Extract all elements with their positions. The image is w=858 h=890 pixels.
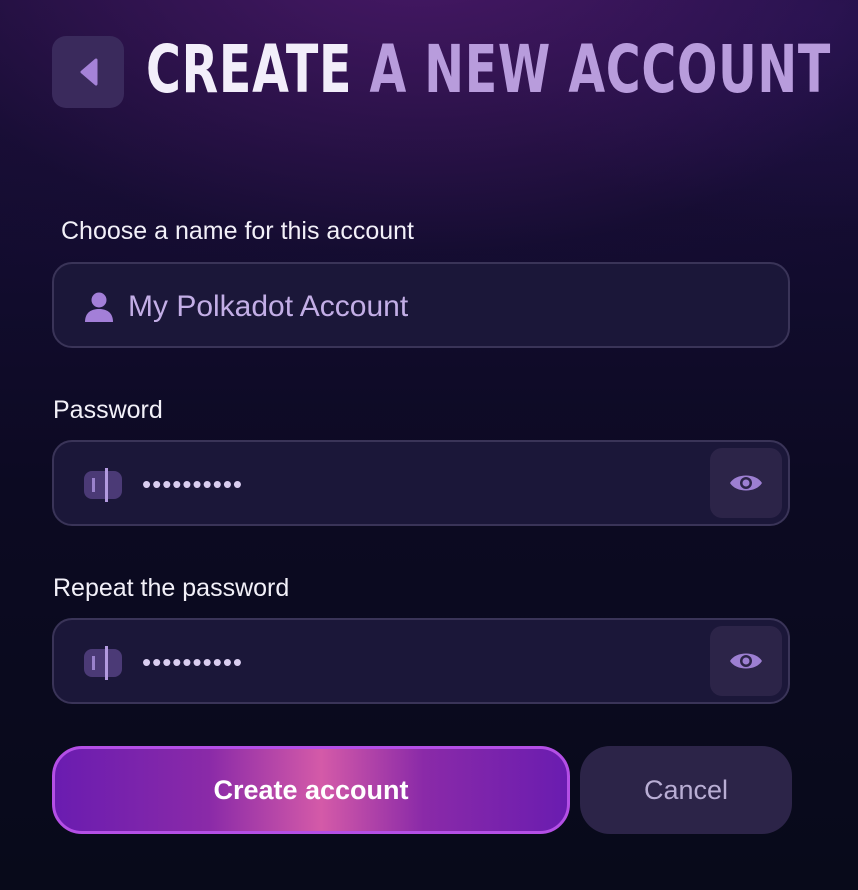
- repeat-password-label: Repeat the password: [53, 574, 290, 602]
- title-part-new-account: A NEW ACCOUNT: [369, 31, 832, 108]
- page-title: CREATE A NEW ACCOUNT: [146, 30, 831, 110]
- password-value: ••••••••••: [142, 469, 244, 499]
- password-field[interactable]: ••••••••••: [52, 440, 790, 526]
- password-label: Password: [53, 396, 163, 424]
- repeat-password-field[interactable]: ••••••••••: [52, 618, 790, 704]
- title-part-create: CREATE: [146, 31, 353, 108]
- account-name-field[interactable]: My Polkadot Account: [52, 262, 790, 348]
- user-icon: [85, 292, 113, 322]
- chevron-left-icon: [80, 58, 98, 86]
- repeat-password-value: ••••••••••: [142, 647, 244, 677]
- key-icon: [84, 468, 122, 502]
- cancel-button[interactable]: Cancel: [580, 746, 792, 834]
- create-account-button[interactable]: Create account: [52, 746, 570, 834]
- key-icon: [84, 646, 122, 680]
- account-name-label: Choose a name for this account: [61, 217, 414, 245]
- account-name-value: My Polkadot Account: [128, 290, 409, 323]
- back-button[interactable]: [52, 36, 124, 108]
- show-password-button[interactable]: [710, 448, 782, 518]
- eye-icon: [730, 475, 762, 491]
- show-repeat-password-button[interactable]: [710, 626, 782, 696]
- eye-icon: [730, 653, 762, 669]
